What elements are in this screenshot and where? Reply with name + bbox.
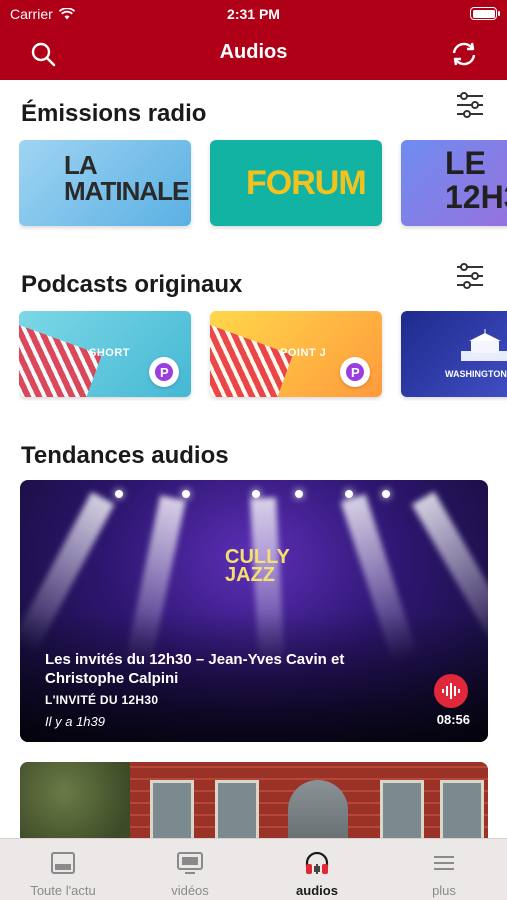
podcasts-filter-button[interactable] bbox=[455, 261, 485, 291]
status-bar: Carrier 2:31 PM bbox=[0, 0, 507, 28]
audio-time-ago: Il y a 1h39 bbox=[45, 714, 105, 729]
audio-duration: 08:56 bbox=[436, 712, 470, 727]
refresh-button[interactable] bbox=[446, 36, 482, 72]
decorative-stripes bbox=[210, 324, 293, 397]
top-bar: Carrier 2:31 PM Audios bbox=[0, 0, 507, 80]
podcast-card-short[interactable]: SHORT P bbox=[19, 311, 191, 397]
trending-audio-card[interactable]: CULLY JAZZ Les invités du 12h30 – Jean-Y… bbox=[20, 480, 488, 742]
podcast-logo-icon: P bbox=[340, 357, 370, 387]
tab-label: vidéos bbox=[171, 883, 209, 898]
battery-icon bbox=[470, 7, 500, 20]
tab-videos[interactable]: vidéos bbox=[127, 839, 253, 900]
podcasts-carousel[interactable]: SHORT P POINT J P WASHINGTON bbox=[19, 311, 507, 401]
play-audio-button[interactable] bbox=[434, 674, 468, 708]
stage-light bbox=[345, 490, 353, 498]
radio-filter-button[interactable] bbox=[455, 90, 485, 120]
white-house-icon bbox=[461, 329, 507, 361]
status-time: 2:31 PM bbox=[227, 6, 280, 22]
navigation-bar: Audios bbox=[0, 28, 507, 80]
tab-toute-lactu[interactable]: Toute l'actu bbox=[0, 839, 126, 900]
podcasts-section-title: Podcasts originaux bbox=[21, 271, 243, 298]
radio-card-label: LA MATINALE bbox=[64, 150, 189, 206]
menu-icon bbox=[431, 851, 457, 875]
tab-label: audios bbox=[296, 883, 338, 898]
trending-section-title: Tendances audios bbox=[21, 442, 229, 469]
radio-card-12h30[interactable]: LE 12H3 bbox=[401, 140, 507, 226]
podcast-logo-icon: P bbox=[149, 357, 179, 387]
radio-card-matinale[interactable]: LA MATINALE bbox=[19, 140, 191, 226]
radio-card-forum[interactable]: FORUM bbox=[210, 140, 382, 226]
refresh-icon bbox=[452, 42, 476, 66]
podcast-card-point-j[interactable]: POINT J P bbox=[210, 311, 382, 397]
filter-sliders-icon bbox=[457, 92, 483, 118]
page-title: Audios bbox=[219, 41, 288, 63]
podcast-card-washington[interactable]: WASHINGTON bbox=[401, 311, 507, 397]
tab-plus[interactable]: plus bbox=[381, 839, 507, 900]
news-icon bbox=[50, 851, 76, 875]
tv-icon bbox=[177, 851, 203, 875]
artwork-text: CULLY JAZZ bbox=[225, 546, 290, 586]
podcast-card-label: SHORT bbox=[89, 347, 130, 359]
radio-carousel[interactable]: LA MATINALE FORUM LE 12H3 bbox=[19, 140, 507, 230]
tab-bar: Toute l'actu vidéos audios plus bbox=[0, 838, 507, 900]
stage-light bbox=[115, 490, 123, 498]
filter-sliders-icon bbox=[457, 263, 483, 289]
radio-card-label: LE 12H3 bbox=[445, 145, 507, 215]
tab-audios[interactable]: audios bbox=[254, 839, 380, 900]
stage-light bbox=[295, 490, 303, 498]
podcast-card-label: POINT J bbox=[280, 347, 327, 359]
audio-title: Les invités du 12h30 – Jean-Yves Cavin e… bbox=[45, 651, 345, 687]
stage-light bbox=[182, 490, 190, 498]
radio-card-label: FORUM bbox=[246, 164, 367, 202]
svg-text:P: P bbox=[160, 365, 169, 380]
headphones-icon bbox=[304, 851, 330, 875]
podcast-card-label: WASHINGTON bbox=[445, 369, 507, 379]
decorative-stripes bbox=[19, 324, 102, 397]
stage-light bbox=[252, 490, 260, 498]
tab-label: Toute l'actu bbox=[30, 883, 96, 898]
stage-light bbox=[382, 490, 390, 498]
svg-text:P: P bbox=[351, 365, 360, 380]
radio-section-title: Émissions radio bbox=[21, 100, 207, 127]
audio-waveform-icon bbox=[442, 683, 460, 699]
audio-show-name: L'INVITÉ DU 12H30 bbox=[45, 693, 159, 707]
tab-label: plus bbox=[432, 883, 456, 898]
